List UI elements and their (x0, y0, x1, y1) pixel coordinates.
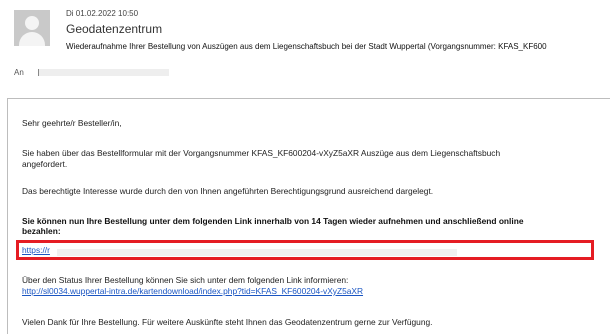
email-date: Di 01.02.2022 10:50 (66, 9, 139, 18)
recipient-row: An (0, 66, 610, 80)
email-body: Sehr geehrte/r Besteller/in, Sie haben ü… (7, 98, 610, 334)
email-header: Di 01.02.2022 10:50 Geodatenzentrum Wied… (0, 0, 610, 64)
link-redacted (57, 249, 457, 256)
recipient-redacted (38, 69, 169, 76)
paragraph-interest: Das berechtigte Interesse wurde durch de… (22, 186, 434, 196)
paragraph-resume-line1: Sie können nun Ihre Bestellung unter dem… (22, 216, 524, 226)
to-label: An (14, 68, 24, 77)
paragraph-status: Über den Status Ihrer Bestellung können … (22, 275, 349, 285)
paragraph-order-line1: Sie haben über das Bestellformular mit d… (22, 148, 501, 158)
paragraph-order-line2: angefordert. (22, 159, 68, 169)
email-sender[interactable]: Geodatenzentrum (66, 22, 162, 36)
email-subject: Wiederaufnahme Ihrer Bestellung von Ausz… (66, 42, 547, 51)
greeting: Sehr geehrte/r Besteller/in, (22, 118, 122, 128)
sender-avatar-icon (14, 10, 50, 46)
paragraph-resume-line2: bezahlen: (22, 226, 61, 236)
link-highlight-box (16, 240, 594, 260)
status-link[interactable]: http://sl0034.wuppertal-intra.de/kartend… (22, 286, 363, 297)
paragraph-closing: Vielen Dank für Ihre Bestellung. Für wei… (22, 317, 433, 327)
resume-order-link[interactable]: https://r (22, 245, 50, 256)
